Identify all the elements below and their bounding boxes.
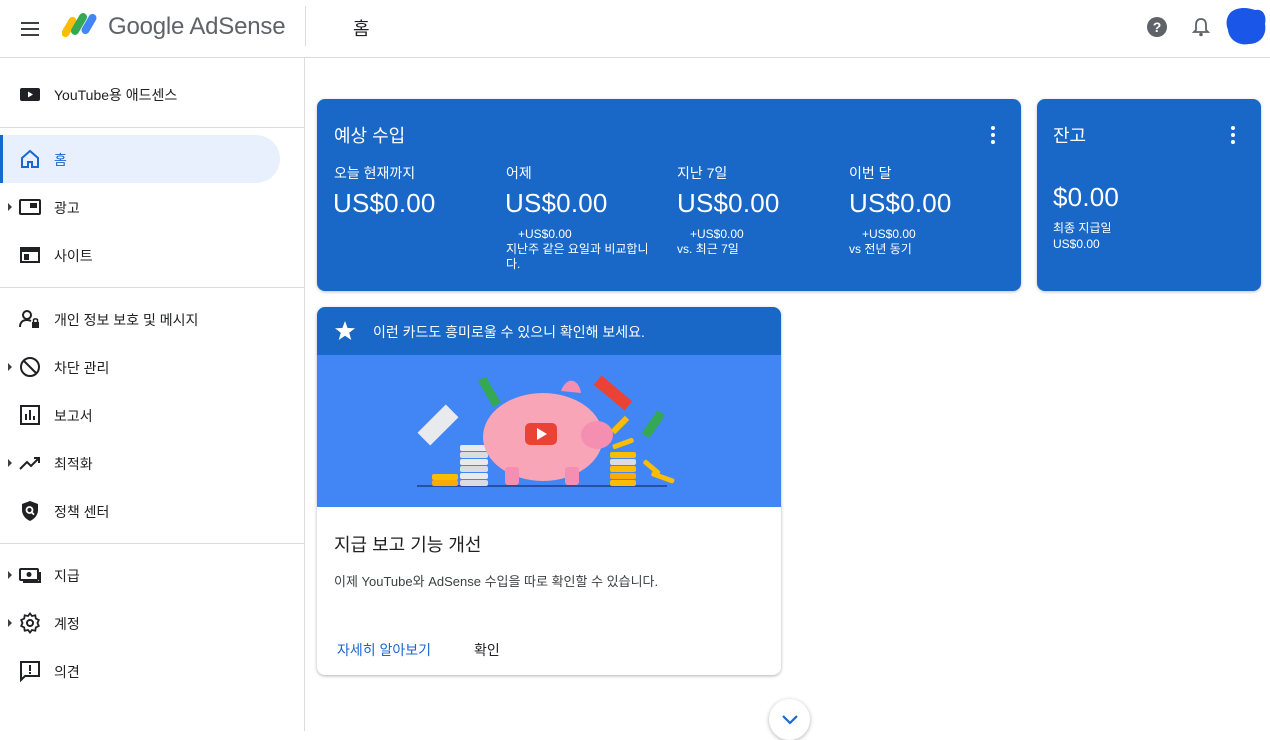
earnings-card-title: 예상 수입 (334, 126, 406, 146)
sidebar-item-label: 보고서 (54, 408, 93, 424)
top-app-bar: Google AdSense 홈 ? (0, 0, 1270, 58)
balance-card: 잔고 $0.00 최종 지급일 US$0.00 (1037, 99, 1261, 291)
last-payment-label: 최종 지급일 (1053, 221, 1112, 235)
sidebar-item-ads[interactable]: 광고 (0, 183, 280, 231)
metric-delta: +US$0.00 (862, 227, 916, 241)
settings-icon (20, 612, 40, 634)
sidebar-item-label: 홈 (54, 152, 67, 168)
promo-header-text: 이런 카드도 흥미로울 수 있으니 확인해 보세요. (373, 324, 645, 340)
sidebar-item-account[interactable]: 계정 (0, 599, 280, 647)
page-title: 홈 (353, 19, 370, 39)
learn-more-button[interactable]: 자세히 알아보기 (337, 640, 431, 660)
menu-icon[interactable] (18, 17, 42, 41)
adsense-logo[interactable] (62, 10, 98, 40)
sidebar: YouTube용 애드센스 홈 광고 사이트 개인 정보 보호 및 메시지 차단… (0, 58, 305, 731)
sidebar-item-label: 광고 (54, 200, 80, 216)
promo-card: 이런 카드도 흥미로울 수 있으니 확인해 보세요. 지급 보고 기능 개선 이… (317, 307, 781, 675)
expand-caret-icon[interactable] (8, 571, 12, 579)
sidebar-item-label: YouTube용 애드센스 (54, 87, 178, 103)
expand-caret-icon[interactable] (8, 619, 12, 627)
more-options-icon[interactable] (983, 125, 1003, 145)
payments-icon (19, 568, 41, 583)
scroll-down-button[interactable] (769, 699, 810, 740)
product-name: Google AdSense (108, 13, 286, 40)
star-icon (335, 321, 355, 340)
metric-value: US$0.00 (849, 188, 952, 218)
sidebar-item-reports[interactable]: 보고서 (0, 391, 280, 439)
more-options-icon[interactable] (1223, 125, 1243, 145)
divider (0, 543, 304, 544)
sites-icon (20, 247, 40, 263)
earnings-card: 예상 수입 오늘 현재까지 US$0.00 어제 US$0.00 +US$0.0… (317, 99, 1021, 291)
expand-caret-icon[interactable] (8, 459, 12, 467)
help-icon[interactable]: ? (1146, 16, 1168, 38)
sidebar-item-label: 지급 (54, 568, 80, 584)
metric-delta: +US$0.00 (690, 227, 744, 241)
confirm-button[interactable]: 확인 (474, 640, 500, 660)
metric-delta: +US$0.00 (518, 227, 572, 241)
metric-note: 지난주 같은 요일과 비교합니다. (506, 242, 649, 271)
youtube-icon (20, 88, 40, 101)
metric-label: 오늘 현재까지 (334, 165, 416, 181)
policy-icon (22, 501, 38, 521)
divider (0, 287, 304, 288)
svg-text:?: ? (1153, 19, 1162, 35)
chevron-down-icon (782, 715, 798, 725)
sidebar-item-blocking[interactable]: 차단 관리 (0, 343, 280, 391)
metric-label: 지난 7일 (677, 165, 728, 181)
sidebar-item-label: 정책 센터 (54, 504, 110, 520)
promo-body: 이제 YouTube와 AdSense 수입을 따로 확인할 수 있습니다. (334, 574, 659, 589)
metric-label: 어제 (506, 165, 532, 181)
sidebar-item-home[interactable]: 홈 (0, 135, 280, 183)
ads-icon (19, 199, 41, 215)
metric-value: US$0.00 (333, 188, 436, 218)
notifications-icon[interactable] (1190, 16, 1212, 38)
sidebar-item-label: 계정 (54, 616, 80, 632)
sidebar-item-label: 의견 (54, 664, 80, 680)
piggy-bank-illustration (317, 355, 781, 507)
block-icon (20, 357, 40, 377)
sidebar-item-label: 개인 정보 보호 및 메시지 (54, 312, 199, 328)
sidebar-item-feedback[interactable]: 의견 (0, 647, 280, 695)
avatar[interactable] (1225, 6, 1267, 46)
balance-card-title: 잔고 (1053, 126, 1087, 146)
optimization-icon (19, 457, 40, 470)
metric-label: 이번 달 (849, 165, 892, 181)
sidebar-item-youtube[interactable]: YouTube용 애드센스 (0, 70, 280, 118)
metric-value: US$0.00 (677, 188, 780, 218)
sidebar-item-privacy[interactable]: 개인 정보 보호 및 메시지 (0, 295, 280, 343)
home-icon (21, 149, 39, 168)
reports-icon (20, 405, 40, 425)
sidebar-item-sites[interactable]: 사이트 (0, 231, 280, 279)
expand-caret-icon[interactable] (8, 363, 12, 371)
metric-note: vs. 최근 7일 (677, 242, 739, 256)
sidebar-item-optimization[interactable]: 최적화 (0, 439, 280, 487)
divider (305, 6, 306, 46)
metric-value: US$0.00 (505, 188, 608, 218)
sidebar-item-payments[interactable]: 지급 (0, 551, 280, 599)
sidebar-item-label: 사이트 (54, 248, 93, 264)
privacy-icon (19, 310, 39, 328)
sidebar-item-label: 최적화 (54, 456, 93, 472)
promo-card-header: 이런 카드도 흥미로울 수 있으니 확인해 보세요. (317, 307, 781, 355)
promo-title: 지급 보고 기능 개선 (334, 535, 482, 555)
balance-value: $0.00 (1053, 182, 1120, 212)
last-payment-value: US$0.00 (1053, 237, 1100, 251)
divider (0, 127, 304, 128)
expand-caret-icon[interactable] (8, 203, 12, 211)
sidebar-item-policy[interactable]: 정책 센터 (0, 487, 280, 535)
metric-note: vs 전년 동기 (849, 242, 912, 256)
sidebar-item-label: 차단 관리 (54, 360, 110, 376)
feedback-icon (20, 661, 40, 682)
